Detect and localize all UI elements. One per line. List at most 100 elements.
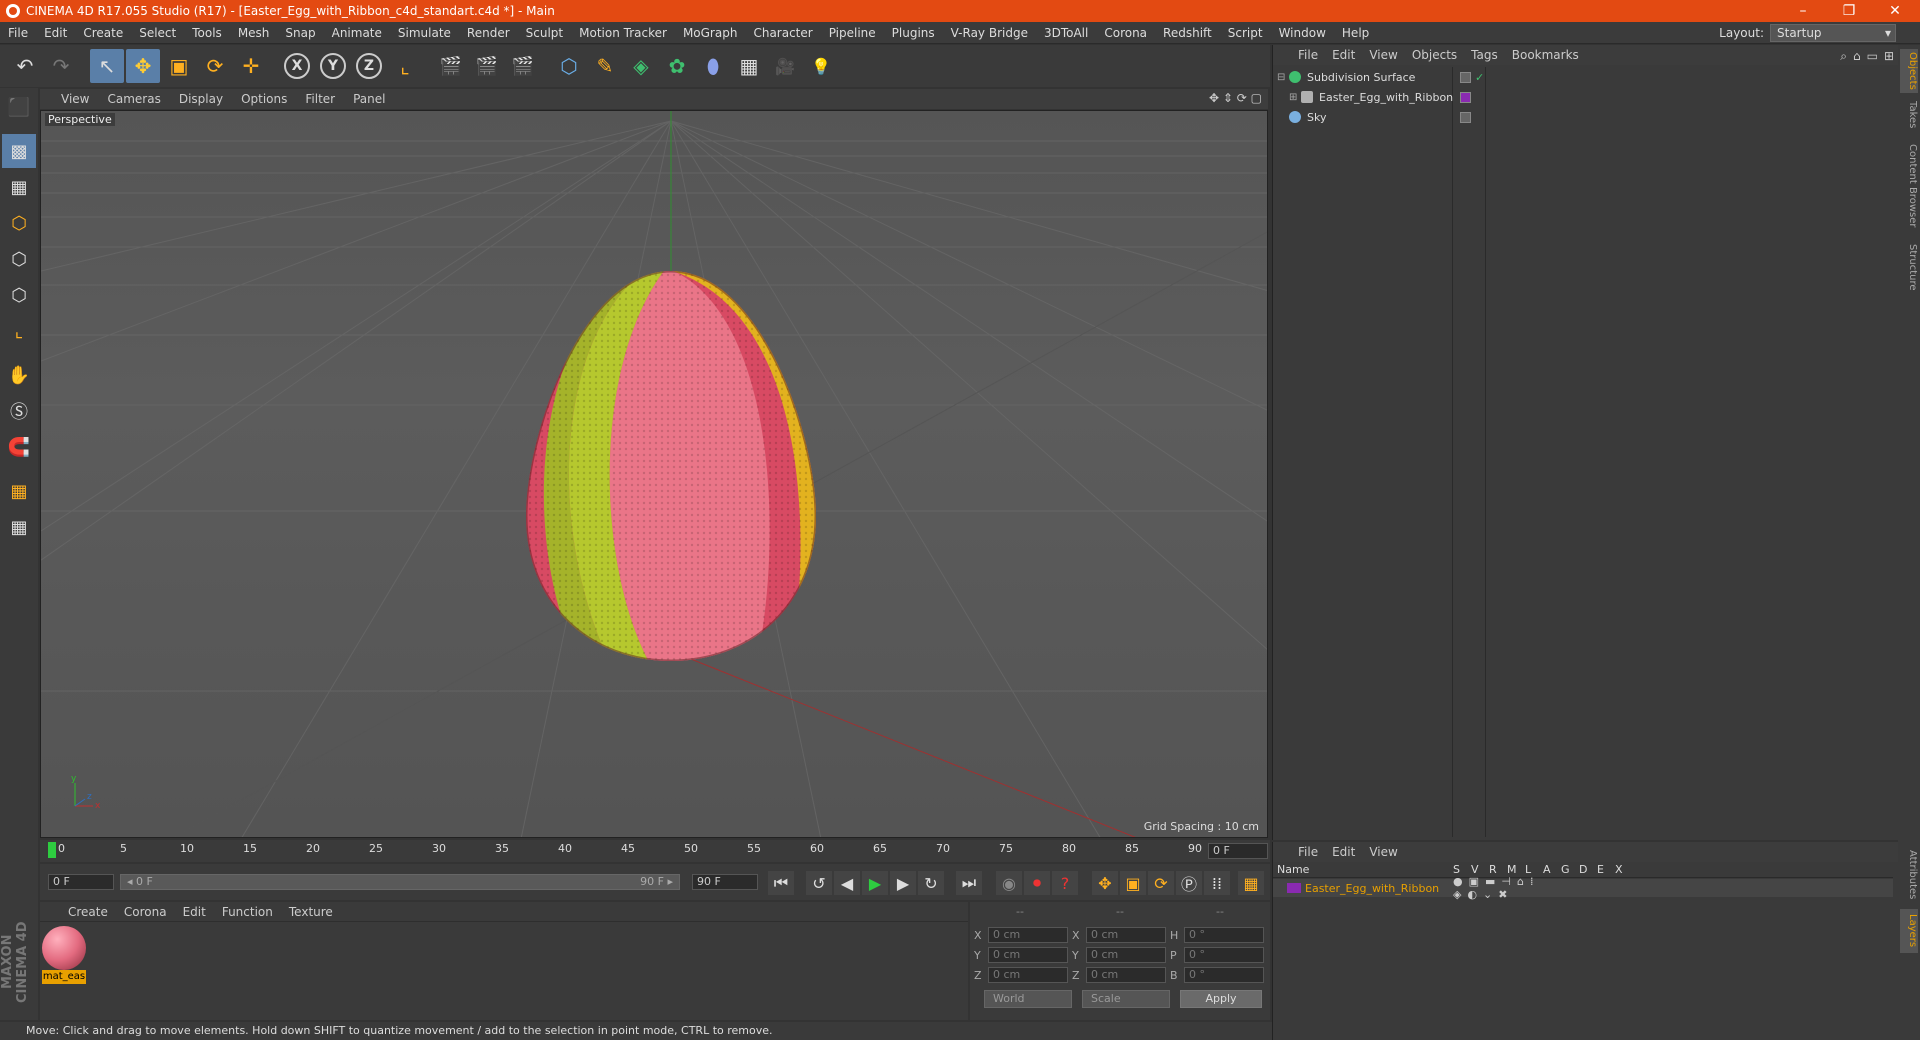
- rot-h-field[interactable]: 0 °: [1184, 927, 1264, 943]
- viewport-menu-panel[interactable]: Panel: [344, 92, 394, 106]
- pos-x-field[interactable]: 0 cm: [988, 927, 1068, 943]
- material-swatch[interactable]: mat_eas: [42, 926, 88, 986]
- menu-mesh[interactable]: Mesh: [230, 22, 278, 44]
- object-row-egg[interactable]: ⊞ Easter_Egg_with_Ribbon: [1273, 87, 1893, 107]
- expand-icon[interactable]: ⊞: [1289, 92, 1301, 103]
- menu-script[interactable]: Script: [1220, 22, 1271, 44]
- size-z-field[interactable]: 0 cm: [1086, 967, 1166, 983]
- obj-menu-view[interactable]: View: [1362, 48, 1404, 62]
- rot-b-field[interactable]: 0 °: [1184, 967, 1264, 983]
- key-position-icon[interactable]: ✥: [1092, 871, 1118, 895]
- material-menu-function[interactable]: Function: [214, 905, 281, 919]
- key-rotation-icon[interactable]: ⟳: [1148, 871, 1174, 895]
- polygons-mode-icon[interactable]: ⌞: [2, 314, 36, 348]
- menu-animate[interactable]: Animate: [324, 22, 390, 44]
- obj-menu-edit[interactable]: Edit: [1325, 48, 1362, 62]
- rot-p-field[interactable]: 0 °: [1184, 947, 1264, 963]
- apply-button[interactable]: Apply: [1180, 990, 1262, 1008]
- undo-icon[interactable]: ↶: [8, 49, 42, 83]
- menu-edit[interactable]: Edit: [36, 22, 75, 44]
- select-tool-icon[interactable]: ↖: [90, 49, 124, 83]
- menu-motion-tracker[interactable]: Motion Tracker: [571, 22, 675, 44]
- record-icon[interactable]: ◉: [996, 871, 1022, 895]
- obj-menu-tags[interactable]: Tags: [1464, 48, 1505, 62]
- viewport-menu-filter[interactable]: Filter: [296, 92, 344, 106]
- move-tool-icon[interactable]: ✥: [126, 49, 160, 83]
- layer-row[interactable]: Easter_Egg_with_Ribbon ●▣▬⊣⌂⁞◈◐⌄✖: [1273, 875, 1893, 901]
- menu-snap[interactable]: Snap: [277, 22, 323, 44]
- y-axis-lock-icon[interactable]: Y: [320, 53, 346, 79]
- layout-dropdown[interactable]: Startup: [1770, 24, 1896, 42]
- render-view-icon[interactable]: 🎬: [434, 49, 468, 83]
- menu-corona[interactable]: Corona: [1096, 22, 1155, 44]
- workplane-lock-icon[interactable]: ▦: [2, 510, 36, 544]
- editor-visibility-icon[interactable]: [1460, 71, 1471, 83]
- edges-mode-icon[interactable]: ⬡: [2, 278, 36, 312]
- tweak-mode-icon[interactable]: Ⓢ: [2, 394, 36, 428]
- viewport-menu-cameras[interactable]: Cameras: [98, 92, 169, 106]
- layer-menu-file[interactable]: File: [1291, 845, 1325, 859]
- size-y-field[interactable]: 0 cm: [1086, 947, 1166, 963]
- collapse-icon[interactable]: ⊟: [1277, 72, 1289, 83]
- menu-help[interactable]: Help: [1334, 22, 1377, 44]
- layer-color-swatch[interactable]: [1287, 883, 1301, 893]
- menu-redshift[interactable]: Redshift: [1155, 22, 1220, 44]
- tab-content-browser[interactable]: Content Browser: [1900, 139, 1918, 233]
- menu-plugins[interactable]: Plugins: [884, 22, 943, 44]
- snap-icon[interactable]: ▦: [2, 474, 36, 508]
- key-scale-icon[interactable]: ▣: [1120, 871, 1146, 895]
- current-frame-field[interactable]: 0 F: [1208, 843, 1268, 859]
- menu-tools[interactable]: Tools: [184, 22, 230, 44]
- object-row-subdivision[interactable]: ⊟ Subdivision Surface ✓: [1273, 67, 1893, 87]
- pos-y-field[interactable]: 0 cm: [988, 947, 1068, 963]
- menu-pipeline[interactable]: Pipeline: [821, 22, 884, 44]
- end-frame-field[interactable]: 90 F: [692, 874, 758, 890]
- menu-sculpt[interactable]: Sculpt: [518, 22, 571, 44]
- layer-name[interactable]: Easter_Egg_with_Ribbon: [1301, 882, 1453, 895]
- viewport-menu-view[interactable]: View: [52, 92, 98, 106]
- material-tag-icon[interactable]: [1460, 91, 1471, 103]
- cube-object-icon[interactable]: ⬡: [552, 49, 586, 83]
- render-region-icon[interactable]: 🎬: [470, 49, 504, 83]
- menu-character[interactable]: Character: [745, 22, 820, 44]
- key-param-icon[interactable]: Ⓟ: [1176, 871, 1202, 895]
- live-select-icon[interactable]: ✛: [234, 49, 268, 83]
- tab-objects[interactable]: Objects: [1900, 49, 1918, 93]
- camera-icon[interactable]: 🎥: [768, 49, 802, 83]
- coordinate-system-icon[interactable]: ⌞: [388, 49, 422, 83]
- object-row-sky[interactable]: Sky: [1273, 107, 1893, 127]
- material-menu-create[interactable]: Create: [60, 905, 116, 919]
- menu-simulate[interactable]: Simulate: [390, 22, 459, 44]
- redo-icon[interactable]: ↷: [44, 49, 78, 83]
- scale-dropdown[interactable]: Scale: [1082, 990, 1170, 1008]
- z-axis-lock-icon[interactable]: Z: [356, 53, 382, 79]
- editor-visibility-icon[interactable]: [1460, 111, 1471, 123]
- search-icon[interactable]: ⌕: [1840, 49, 1847, 64]
- size-x-field[interactable]: 0 cm: [1086, 927, 1166, 943]
- home-icon[interactable]: ⌂: [1853, 49, 1861, 64]
- keyframe-selection-icon[interactable]: ?: [1052, 871, 1078, 895]
- world-dropdown[interactable]: World: [984, 990, 1072, 1008]
- restore-button[interactable]: ❐: [1826, 0, 1872, 22]
- timeline-ruler[interactable]: 0 5 10 15 20 25 30 35 40 45 50 55 60 65 …: [40, 840, 1270, 862]
- goto-start-icon[interactable]: ⏮: [768, 871, 794, 895]
- axis-mode-icon[interactable]: ✋: [2, 358, 36, 392]
- pos-z-field[interactable]: 0 cm: [988, 967, 1068, 983]
- tab-layers[interactable]: Layers: [1900, 909, 1918, 953]
- minimize-button[interactable]: –: [1780, 0, 1826, 22]
- tab-structure[interactable]: Structure: [1900, 239, 1918, 295]
- rotate-tool-icon[interactable]: ⟳: [198, 49, 232, 83]
- solo-mode-icon[interactable]: 🧲: [2, 430, 36, 464]
- prev-key-icon[interactable]: ↺: [806, 871, 832, 895]
- obj-menu-objects[interactable]: Objects: [1405, 48, 1464, 62]
- array-icon[interactable]: ✿: [660, 49, 694, 83]
- render-picture-viewer-icon[interactable]: 🎬: [506, 49, 540, 83]
- next-frame-icon[interactable]: ▶: [890, 871, 916, 895]
- playhead[interactable]: [48, 842, 56, 858]
- texture-mode-icon[interactable]: ▦: [2, 170, 36, 204]
- menu-render[interactable]: Render: [459, 22, 518, 44]
- viewport-menu-options[interactable]: Options: [232, 92, 296, 106]
- menu-mograph[interactable]: MoGraph: [675, 22, 746, 44]
- perspective-viewport[interactable]: y x z Perspective Grid Spacing : 10 cm: [40, 110, 1268, 838]
- prev-frame-icon[interactable]: ◀: [834, 871, 860, 895]
